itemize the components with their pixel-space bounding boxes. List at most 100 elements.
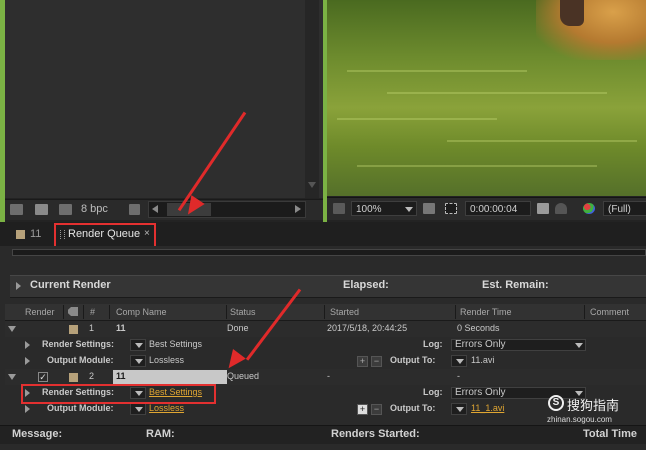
safe-margins-icon[interactable] <box>423 203 435 214</box>
output-to-value[interactable]: 11_1.avi <box>471 403 504 413</box>
render-status-bar: Message: RAM: Renders Started: Total Tim… <box>0 425 646 444</box>
output-module-dropdown[interactable] <box>130 403 146 415</box>
output-module-twirl-icon[interactable] <box>25 357 30 365</box>
ram-label: RAM: <box>146 428 175 440</box>
comp-name-field[interactable] <box>113 370 227 384</box>
scroll-left-icon[interactable] <box>152 205 158 213</box>
bpc-label[interactable]: 8 bpc <box>81 203 108 215</box>
item-label-swatch[interactable] <box>69 325 78 334</box>
col-comment[interactable]: Comment <box>590 307 629 317</box>
viewer-image-highlight <box>536 0 646 60</box>
col-render-time[interactable]: Render Time <box>460 307 512 317</box>
col-comp-name[interactable]: Comp Name <box>116 307 167 317</box>
render-settings-label: Render Settings: <box>42 339 115 349</box>
region-of-interest-icon[interactable] <box>445 203 457 214</box>
elapsed-label: Elapsed: <box>343 279 389 291</box>
add-output-module-button[interactable]: + <box>357 404 368 415</box>
output-module-label: Output Module: <box>47 403 114 413</box>
output-to-label: Output To: <box>390 355 436 365</box>
col-started[interactable]: Started <box>330 307 359 317</box>
item-started: 2017/5/18, 20:44:25 <box>327 323 408 333</box>
output-module-label: Output Module: <box>47 355 114 365</box>
queue-column-headers: Render # Comp Name Status Started Render… <box>5 304 646 321</box>
item-comp-name: 11 <box>116 323 126 333</box>
render-progress-bar <box>12 249 646 256</box>
item-number: 2 <box>89 371 95 381</box>
timecode-value: 0:00:00:04 <box>470 204 518 215</box>
remove-output-module-button[interactable]: − <box>371 404 382 415</box>
new-composition-icon[interactable] <box>59 204 72 215</box>
current-render-header[interactable]: Current Render Elapsed: Est. Remain: <box>10 275 646 298</box>
resolution-value: (Full) <box>608 204 631 215</box>
item-render-time: - <box>457 371 460 381</box>
tab-render-queue-label: Render Queue <box>68 228 141 240</box>
item-render-time: 0 Seconds <box>457 323 500 333</box>
current-render-label: Current Render <box>30 279 111 291</box>
show-snapshot-icon[interactable] <box>555 203 567 214</box>
output-to-label: Output To: <box>390 403 436 413</box>
log-label: Log: <box>423 339 443 349</box>
render-checkbox[interactable]: ✓ <box>38 372 48 382</box>
trash-icon[interactable] <box>129 204 140 215</box>
always-preview-icon[interactable] <box>333 203 345 214</box>
render-settings-twirl-icon[interactable] <box>25 341 30 349</box>
zoom-dropdown[interactable]: 100% <box>351 201 417 216</box>
renders-started-label: Renders Started: <box>331 428 420 440</box>
output-to-value[interactable]: 11.avi <box>471 355 494 365</box>
zoom-value: 100% <box>356 204 382 215</box>
sogou-logo-icon: S <box>548 395 564 411</box>
output-module-twirl-icon[interactable] <box>25 405 30 413</box>
item-started: - <box>327 371 330 381</box>
est-remain-label: Est. Remain: <box>482 279 549 291</box>
output-to-dropdown[interactable] <box>451 355 467 367</box>
render-settings-dropdown[interactable] <box>130 339 146 351</box>
tab-comp-11[interactable]: 11 <box>30 225 41 243</box>
log-value: Errors Only <box>455 339 506 350</box>
output-to-dropdown[interactable] <box>451 403 467 415</box>
item-twirl-icon[interactable] <box>8 374 16 380</box>
watermark-url: zhinan.sogou.com <box>547 415 612 424</box>
snapshot-icon[interactable] <box>537 203 549 214</box>
item-status: Queued <box>227 371 260 381</box>
col-status[interactable]: Status <box>230 307 256 317</box>
output-module-value[interactable]: Lossless <box>149 355 184 365</box>
render-settings-value[interactable]: Best Settings <box>149 339 202 349</box>
col-number[interactable]: # <box>90 307 95 317</box>
close-icon[interactable]: × <box>144 228 150 239</box>
project-panel <box>5 0 323 198</box>
output-module-value[interactable]: Lossless <box>149 403 184 413</box>
item-twirl-icon[interactable] <box>8 326 16 332</box>
sogou-watermark: S 搜狗指南 zhinan.sogou.com <box>543 393 643 427</box>
label-tag-icon[interactable] <box>68 307 78 316</box>
current-render-twirl-icon[interactable] <box>16 282 21 290</box>
queue-item-row[interactable]: 1 11 Done 2017/5/18, 20:44:25 0 Seconds <box>5 321 646 337</box>
item-status: Done <box>227 323 249 333</box>
output-module-dropdown[interactable] <box>130 355 146 367</box>
item-number: 1 <box>89 323 95 333</box>
item-label-swatch[interactable] <box>69 373 78 382</box>
project-horizontal-scrollbar[interactable] <box>148 201 306 218</box>
log-value: Errors Only <box>455 387 506 398</box>
project-vertical-scrollbar[interactable] <box>305 0 319 198</box>
comp-tab-swatch <box>16 230 25 239</box>
output-module-row: Output Module: Lossless + − Output To: 1… <box>5 353 646 369</box>
render-settings-row: Render Settings: Best Settings Log: Erro… <box>5 337 646 353</box>
show-channel-icon[interactable] <box>583 203 595 214</box>
add-output-module-button[interactable]: + <box>357 356 368 367</box>
render-settings-highlight <box>21 384 216 404</box>
item-comp-name: 11 <box>116 371 126 381</box>
remove-output-module-button[interactable]: − <box>371 356 382 367</box>
current-time-field[interactable]: 0:00:00:04 <box>465 201 531 216</box>
viewer-toolbar: 100% 0:00:00:04 (Full) <box>327 197 646 220</box>
log-dropdown[interactable]: Errors Only <box>451 339 586 351</box>
new-folder-icon[interactable] <box>35 204 48 215</box>
queue-item-row[interactable]: ✓ 2 11 Queued - - <box>5 369 646 385</box>
scroll-right-icon[interactable] <box>295 205 301 213</box>
composition-viewer[interactable] <box>327 0 646 196</box>
interpret-footage-icon[interactable] <box>10 204 23 215</box>
resolution-dropdown[interactable]: (Full) <box>603 201 646 216</box>
watermark-title: 搜狗指南 <box>567 398 620 413</box>
col-render[interactable]: Render <box>25 307 55 317</box>
tab-grip-icon[interactable] <box>60 230 65 239</box>
message-label: Message: <box>12 428 63 440</box>
